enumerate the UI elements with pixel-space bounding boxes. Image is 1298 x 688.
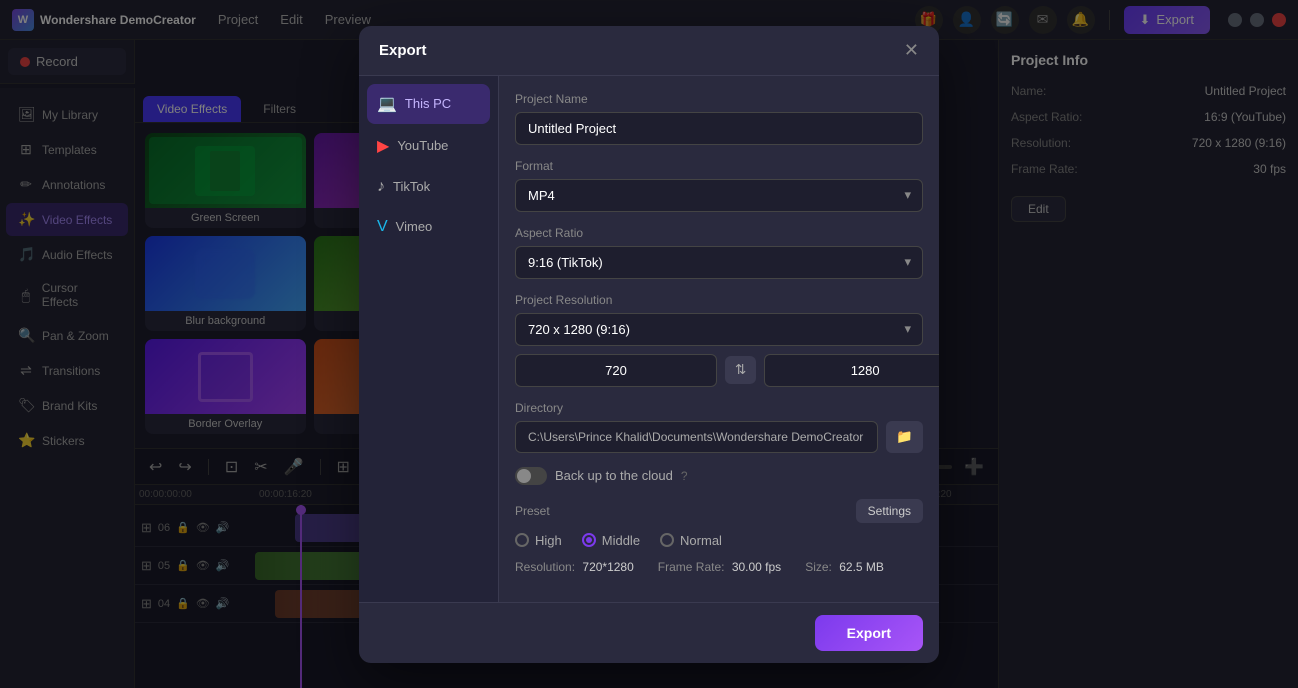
modal-title: Export (379, 42, 427, 59)
preset-label: Preset (515, 504, 550, 518)
modal-footer: Export (359, 602, 939, 663)
toggle-knob (517, 469, 531, 483)
resolution-inputs: ⇅ (515, 354, 923, 387)
preset-radio-group: High Middle Normal (515, 533, 923, 548)
directory-input[interactable] (515, 421, 878, 453)
preset-normal-radio[interactable] (660, 533, 674, 547)
modal-nav-this-pc[interactable]: 💻 This PC (367, 84, 490, 124)
detail-framerate-label: Frame Rate: (658, 560, 725, 574)
modal-sidebar: 💻 This PC ▶ YouTube ♪ TikTok V Vimeo (359, 76, 499, 602)
modal-body: 💻 This PC ▶ YouTube ♪ TikTok V Vimeo (359, 76, 939, 602)
preset-header: Preset Settings (515, 499, 923, 523)
modal-nav-vimeo[interactable]: V Vimeo (367, 208, 490, 246)
detail-framerate: Frame Rate: 30.00 fps (658, 560, 781, 574)
backup-group: Back up to the cloud ? (515, 467, 923, 485)
export-modal: Export ✕ 💻 This PC ▶ YouTube ♪ (359, 26, 939, 663)
preset-high[interactable]: High (515, 533, 562, 548)
project-name-input[interactable] (515, 112, 923, 145)
preset-details: Resolution: 720*1280 Frame Rate: 30.00 f… (515, 560, 923, 574)
format-label: Format (515, 159, 923, 173)
resolution-select-wrapper: 720 x 1280 (9:16) 1280 x 720 (16:9) 1920… (515, 313, 923, 346)
detail-size-value: 62.5 MB (839, 560, 884, 574)
backup-toggle[interactable] (515, 467, 547, 485)
modal-form: Project Name Format MP4 MOV AVI GIF (499, 76, 939, 602)
modal-close-button[interactable]: ✕ (904, 40, 919, 61)
modal-overlay: Export ✕ 💻 This PC ▶ YouTube ♪ (0, 0, 1298, 688)
format-select[interactable]: MP4 MOV AVI GIF (515, 179, 923, 212)
browse-button[interactable]: 📁 (886, 421, 923, 453)
this-pc-icon: 💻 (377, 94, 397, 114)
backup-label: Back up to the cloud (555, 468, 673, 483)
preset-detail-items: Resolution: 720*1280 Frame Rate: 30.00 f… (515, 560, 923, 574)
youtube-icon: ▶ (377, 136, 389, 156)
aspect-ratio-label: Aspect Ratio (515, 226, 923, 240)
backup-help-icon[interactable]: ? (681, 469, 688, 483)
preset-middle-label: Middle (602, 533, 640, 548)
resolution-group-label: Project Resolution (515, 293, 923, 307)
aspect-ratio-select[interactable]: 9:16 (TikTok) 16:9 (YouTube) 1:1 (Instag… (515, 246, 923, 279)
swap-resolution-button[interactable]: ⇅ (725, 356, 756, 384)
preset-section: Preset Settings High Middle (515, 499, 923, 574)
directory-label: Directory (515, 401, 923, 415)
format-group: Format MP4 MOV AVI GIF (515, 159, 923, 212)
tiktok-icon: ♪ (377, 178, 385, 196)
format-select-wrapper: MP4 MOV AVI GIF (515, 179, 923, 212)
backup-row: Back up to the cloud ? (515, 467, 923, 485)
project-name-group: Project Name (515, 92, 923, 145)
modal-nav-youtube[interactable]: ▶ YouTube (367, 126, 490, 166)
preset-normal[interactable]: Normal (660, 533, 722, 548)
detail-resolution: Resolution: 720*1280 (515, 560, 634, 574)
modal-export-button[interactable]: Export (815, 615, 923, 651)
preset-high-radio[interactable] (515, 533, 529, 547)
width-input[interactable] (515, 354, 717, 387)
directory-group: Directory 📁 (515, 401, 923, 453)
project-name-label: Project Name (515, 92, 923, 106)
modal-nav-tiktok[interactable]: ♪ TikTok (367, 168, 490, 206)
height-input[interactable] (764, 354, 939, 387)
settings-button[interactable]: Settings (856, 499, 923, 523)
preset-high-label: High (535, 533, 562, 548)
resolution-group: Project Resolution 720 x 1280 (9:16) 128… (515, 293, 923, 387)
directory-row: 📁 (515, 421, 923, 453)
modal-header: Export ✕ (359, 26, 939, 76)
preset-normal-label: Normal (680, 533, 722, 548)
preset-middle-radio[interactable] (582, 533, 596, 547)
detail-resolution-label: Resolution: (515, 560, 575, 574)
vimeo-icon: V (377, 218, 388, 236)
resolution-select[interactable]: 720 x 1280 (9:16) 1280 x 720 (16:9) 1920… (515, 313, 923, 346)
aspect-ratio-select-wrapper: 9:16 (TikTok) 16:9 (YouTube) 1:1 (Instag… (515, 246, 923, 279)
detail-resolution-value: 720*1280 (582, 560, 633, 574)
detail-size: Size: 62.5 MB (805, 560, 884, 574)
preset-middle[interactable]: Middle (582, 533, 640, 548)
detail-framerate-value: 30.00 fps (732, 560, 781, 574)
aspect-ratio-group: Aspect Ratio 9:16 (TikTok) 16:9 (YouTube… (515, 226, 923, 279)
detail-size-label: Size: (805, 560, 832, 574)
